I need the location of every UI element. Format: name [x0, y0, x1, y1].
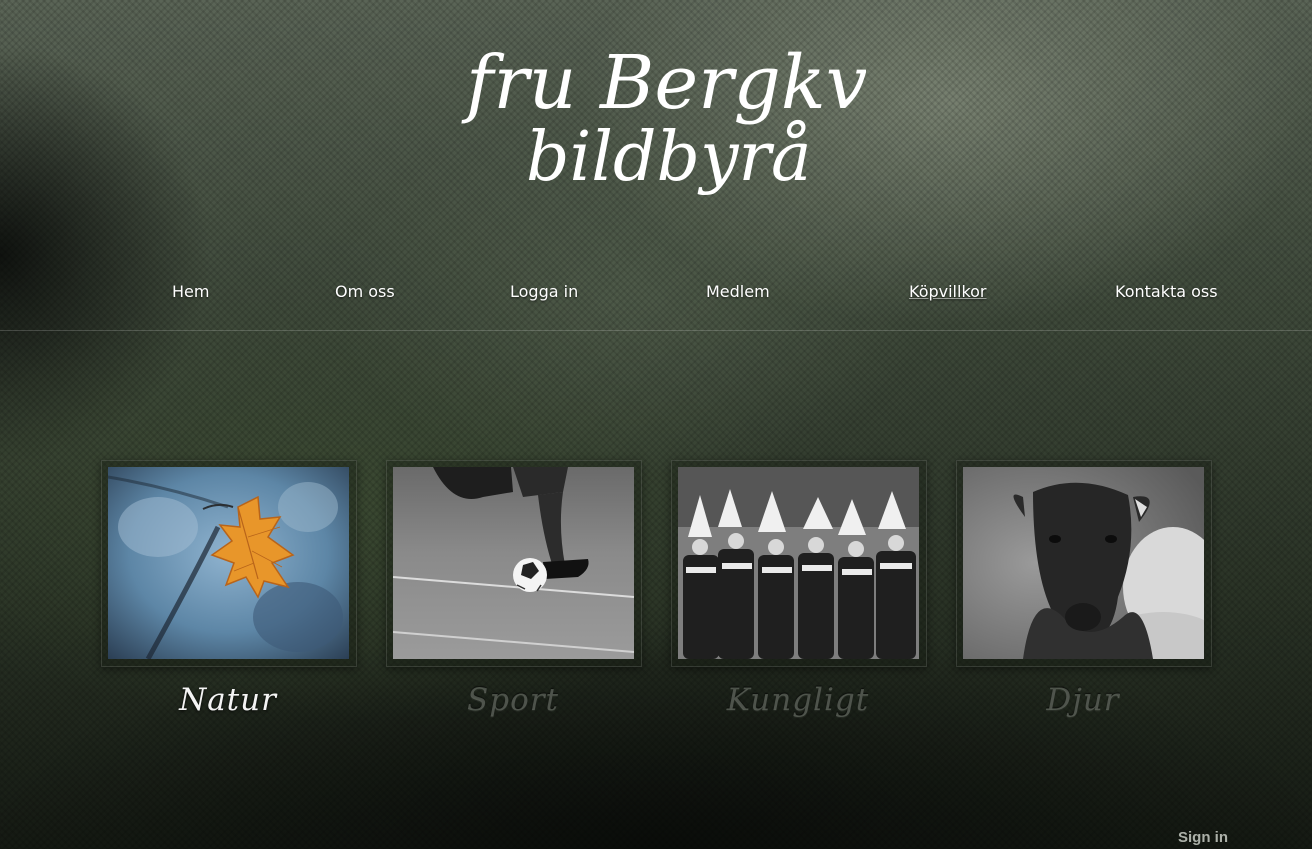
caption-sport[interactable]: Sport: [386, 682, 640, 718]
sport-photo: [393, 467, 634, 659]
caption-kungligt[interactable]: Kungligt: [671, 682, 925, 718]
site-logo[interactable]: fru Bergkvist bildbyrå: [446, 30, 959, 210]
category-tile-sport[interactable]: [386, 460, 642, 667]
sign-in-link[interactable]: Sign in: [1178, 829, 1228, 846]
caption-djur[interactable]: Djur: [956, 682, 1210, 718]
djur-photo: [963, 467, 1204, 659]
nav-item-kopvillkor[interactable]: Köpvillkor: [909, 282, 987, 301]
category-tile-djur[interactable]: [956, 460, 1212, 667]
nav-item-medlem[interactable]: Medlem: [706, 282, 770, 301]
category-tile-kungligt[interactable]: [671, 460, 927, 667]
main-nav: Hem Om oss Logga in Medlem Köpvillkor Ko…: [0, 274, 1312, 331]
logo-line-2: bildbyrå: [526, 118, 812, 197]
nav-item-om-oss[interactable]: Om oss: [335, 282, 395, 301]
caption-natur[interactable]: Natur: [101, 682, 355, 718]
nav-item-logga-in[interactable]: Logga in: [510, 282, 578, 301]
natur-photo: [108, 467, 349, 659]
nav-item-hem[interactable]: Hem: [172, 282, 209, 301]
logo-line-1: fru Bergkvist: [461, 40, 866, 126]
kungligt-photo: [678, 467, 919, 659]
nav-item-kontakta-oss[interactable]: Kontakta oss: [1115, 282, 1218, 301]
logo-graphic: fru Bergkvist bildbyrå: [461, 40, 959, 197]
category-tile-natur[interactable]: [101, 460, 357, 667]
